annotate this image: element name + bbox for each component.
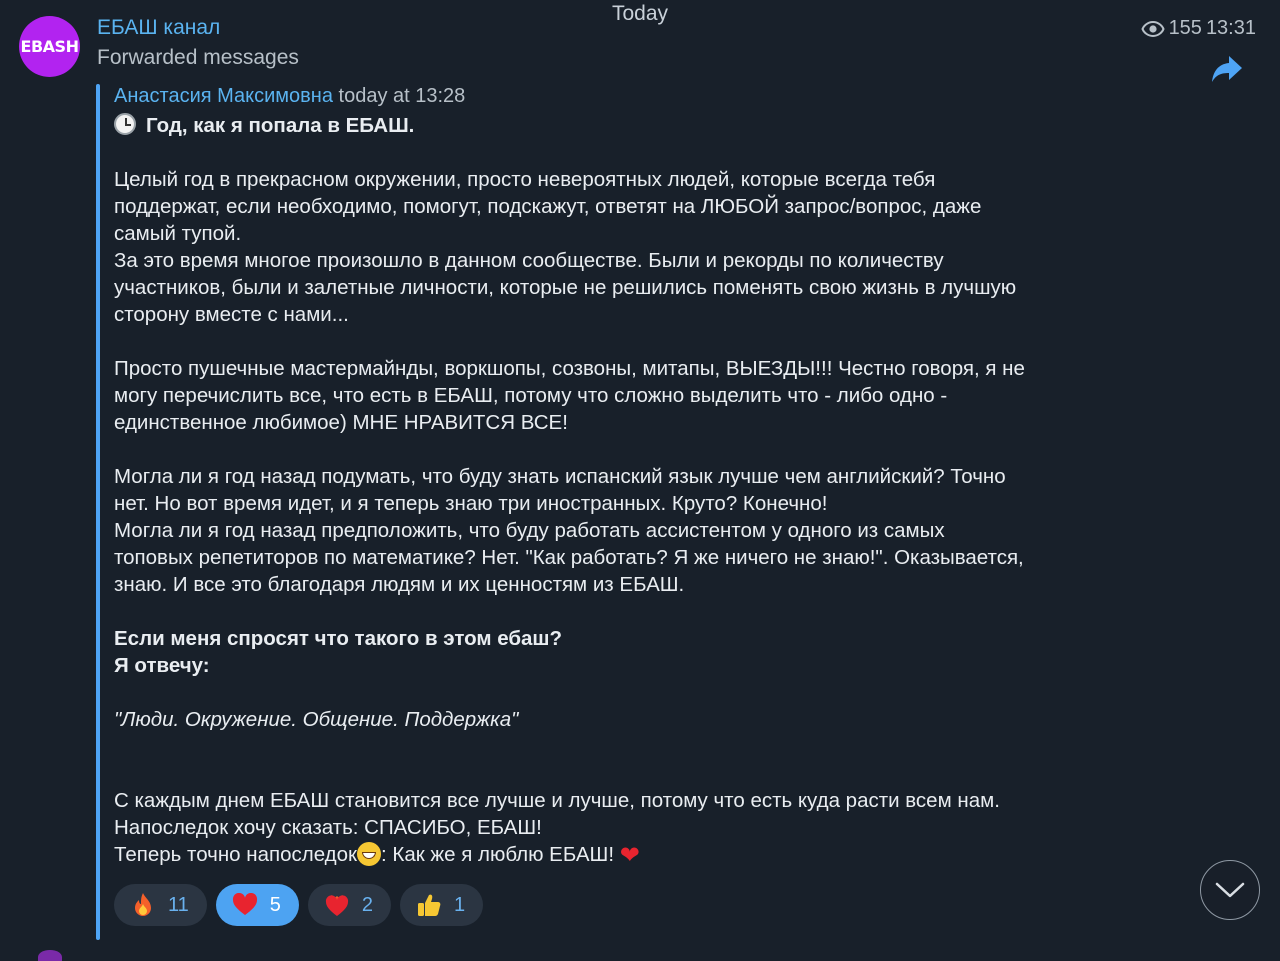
fire-icon	[130, 892, 156, 918]
grinning-face-icon	[356, 842, 381, 866]
message-line: Теперь точно напоследок	[114, 843, 357, 866]
eye-icon	[1140, 20, 1165, 38]
red-heart-icon: ❤	[619, 841, 640, 869]
chat-screen: Today EBASH ЕБАШ канал Forwarded message…	[0, 0, 1280, 961]
message-line: сторону вместе с нами...	[114, 303, 349, 326]
thumbs-up-icon	[416, 892, 442, 918]
reaction-count: 5	[269, 893, 281, 916]
reaction-thumbs-up[interactable]: 1	[400, 884, 484, 926]
reaction-count: 11	[168, 893, 189, 916]
message-line: Целый год в прекрасном окружении, просто…	[114, 168, 936, 191]
message-meta: 155 13:31	[1140, 17, 1256, 40]
forward-header: Анастасия Максимовна today at 13:28	[114, 85, 465, 108]
reactions-bar: 11 5 2 1	[114, 884, 484, 926]
heart-icon	[232, 892, 258, 918]
message-line: : Как же я люблю ЕБАШ!	[380, 843, 620, 866]
next-avatar-edge	[38, 950, 62, 961]
reaction-count: 1	[454, 893, 466, 916]
forwarded-label: Forwarded messages	[97, 46, 299, 69]
message-quote: "Люди. Окружение. Общение. Поддержка"	[114, 708, 519, 731]
message-bold-line: Я отвечу:	[114, 654, 210, 677]
message-bold-line: Если меня спросят что такого в этом ебаш…	[114, 627, 563, 650]
message-body: Год, как я попала в ЕБАШ. Целый год в пр…	[114, 112, 1174, 869]
message-line: могу перечислить все, что есть в ЕБАШ, п…	[114, 384, 948, 407]
reaction-heart[interactable]: 5	[215, 884, 299, 926]
message-line: С каждым днем ЕБАШ становится все лучше …	[114, 789, 1000, 812]
reaction-fire[interactable]: 11	[114, 884, 207, 926]
message-time: 13:31	[1205, 17, 1256, 39]
clock-icon	[114, 113, 136, 135]
view-count: 155	[1168, 17, 1202, 39]
message-line: топовых репетиторов по математике? Нет. …	[114, 546, 1024, 569]
message-line: участников, были и залетные личности, ко…	[114, 276, 1017, 299]
message-title: Год, как я попала в ЕБАШ.	[146, 114, 415, 137]
reaction-count: 2	[361, 893, 374, 916]
scroll-down-button[interactable]	[1200, 860, 1260, 920]
channel-avatar[interactable]: EBASH	[19, 16, 80, 77]
forward-time: today at 13:28	[338, 85, 466, 107]
message-line: поддержат, если необходимо, помогут, под…	[114, 195, 982, 218]
message-line: За это время многое произошло в данном с…	[114, 249, 944, 272]
forward-author[interactable]: Анастасия Максимовна	[114, 85, 333, 107]
forward-quote-bar	[96, 84, 100, 940]
reaction-heart-on-fire[interactable]: 2	[307, 884, 392, 926]
message-line: Могла ли я год назад подумать, что буду …	[114, 465, 1006, 488]
share-button[interactable]	[1210, 54, 1244, 84]
share-arrow-icon	[1212, 56, 1242, 82]
message-line: самый тупой.	[114, 222, 242, 245]
chevron-down-icon	[1215, 882, 1245, 898]
heart-on-fire-icon	[324, 892, 350, 918]
message-line: единственное любимое) МНЕ НРАВИТСЯ ВСЕ!	[114, 411, 568, 434]
message-line: Напоследок хочу сказать: СПАСИБО, ЕБАШ!	[114, 816, 542, 839]
message-line: Могла ли я год назад предположить, что б…	[114, 519, 945, 542]
message-line: нет. Но вот время идет, и я теперь знаю …	[114, 492, 828, 515]
channel-name[interactable]: ЕБАШ канал	[97, 16, 220, 40]
message-line: знаю. И все это благодаря людям и их цен…	[114, 573, 685, 596]
message-line: Просто пушечные мастермайнды, воркшопы, …	[114, 357, 1025, 380]
